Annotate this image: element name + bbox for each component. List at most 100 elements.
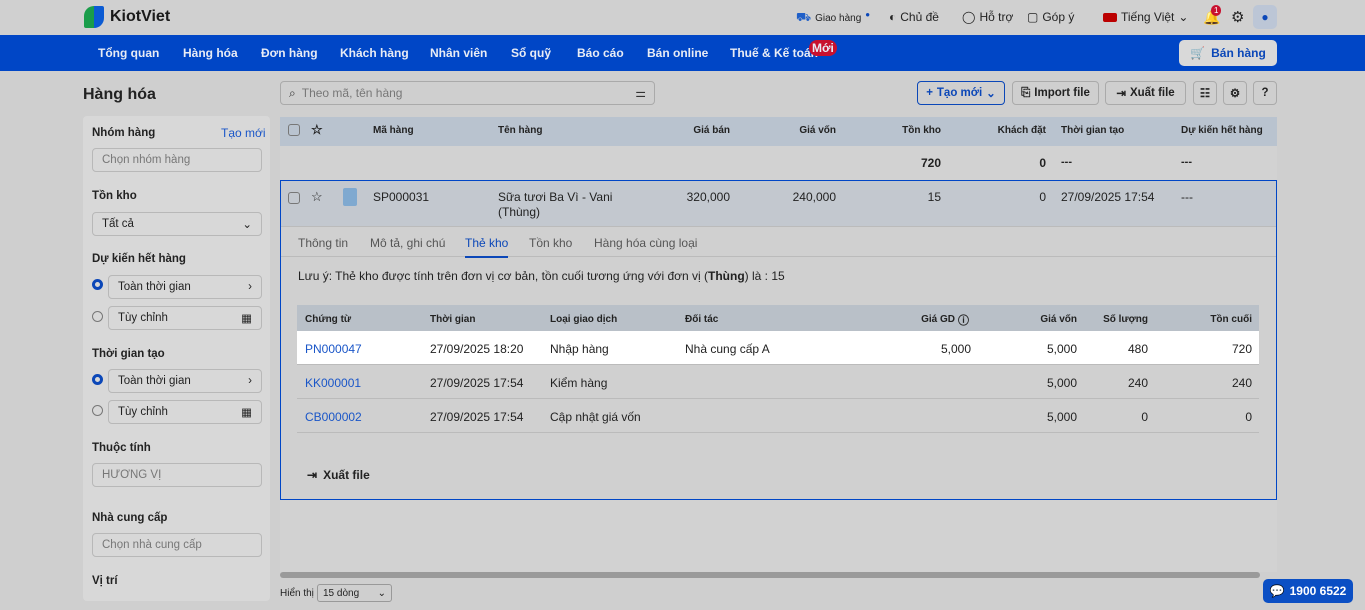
cell-type: Nhập hàng bbox=[550, 342, 609, 356]
tab-description[interactable]: Mô tả, ghi chú bbox=[370, 236, 445, 250]
stock-label: Tồn kho bbox=[92, 190, 137, 202]
tab-stock-card[interactable]: Thẻ kho bbox=[465, 236, 509, 258]
created-custom-option[interactable]: Tùy chỉnh ▦ bbox=[108, 400, 262, 424]
export-icon: ⇥ bbox=[307, 468, 318, 482]
main-nav: Tổng quan Hàng hóa Đơn hàng Khách hàng N… bbox=[0, 35, 1365, 71]
nav-online[interactable]: Bán online bbox=[647, 46, 708, 60]
stock-select[interactable]: Tất cả ⌄ bbox=[92, 212, 262, 236]
product-detail: ☆ SP000031 Sữa tươi Ba Vì - Vani (Thùng)… bbox=[280, 180, 1277, 500]
tab-info[interactable]: Thông tin bbox=[298, 236, 348, 250]
gear-icon[interactable]: ⚙ bbox=[1231, 8, 1244, 26]
filter-icon[interactable]: ⚌ bbox=[635, 86, 646, 100]
cell-time: 27/09/2025 18:20 bbox=[430, 342, 524, 356]
expiry-all-radio[interactable] bbox=[92, 279, 103, 290]
stock-card-row: KK000001 27/09/2025 17:54 Kiểm hàng 5,000 24… bbox=[297, 365, 1259, 399]
star-icon[interactable]: ☆ bbox=[311, 189, 323, 205]
select-all-checkbox[interactable] bbox=[288, 124, 300, 136]
avatar[interactable]: ● bbox=[1253, 5, 1277, 29]
sum-ordered: 0 bbox=[1039, 156, 1046, 170]
attribute-input[interactable]: HƯƠNG VỊ bbox=[92, 463, 262, 487]
col-time: Thời gian bbox=[430, 314, 476, 325]
chevron-right-icon: › bbox=[248, 281, 252, 293]
page-size-select[interactable]: 15 dòng ⌄ bbox=[317, 584, 392, 602]
feedback-link[interactable]: ▢ Góp ý bbox=[1027, 10, 1074, 24]
delivery-link[interactable]: ⛟ Giao hàng ● bbox=[796, 10, 870, 26]
calendar-icon: ▦ bbox=[241, 313, 252, 325]
cell-cost: 5,000 bbox=[1046, 376, 1077, 390]
chevron-down-icon: ⌄ bbox=[986, 88, 996, 100]
plus-icon: + bbox=[926, 87, 933, 99]
created-all-option[interactable]: Toàn thời gian › bbox=[108, 369, 262, 393]
cell-time: 27/09/2025 17:54 bbox=[430, 410, 524, 424]
cell-doc[interactable]: KK000001 bbox=[305, 376, 361, 390]
created-custom-radio[interactable] bbox=[92, 405, 103, 416]
export-button[interactable]: ⇥ Xuất file bbox=[1105, 81, 1186, 105]
create-group-link[interactable]: Tạo mới bbox=[221, 126, 266, 140]
detail-export-button[interactable]: ⇥ Xuất file bbox=[307, 468, 370, 482]
chevron-right-icon: › bbox=[248, 375, 252, 387]
product-cost: 240,000 bbox=[792, 190, 836, 204]
col-trans-price: Giá GD bbox=[921, 314, 955, 325]
info-icon[interactable]: ⓘ bbox=[958, 312, 969, 328]
help-icon[interactable]: ? bbox=[1253, 81, 1277, 105]
expiry-custom-radio[interactable] bbox=[92, 311, 103, 322]
support-link[interactable]: ◯ Hỗ trợ bbox=[962, 10, 1013, 24]
col-expiry: Dự kiến hết hàng bbox=[1181, 125, 1263, 136]
nav-cashbook[interactable]: Sổ quỹ bbox=[511, 46, 551, 60]
theme-link[interactable]: ◐ Chủ đề bbox=[889, 10, 939, 24]
sell-button[interactable]: 🛒 Bán hàng bbox=[1179, 40, 1277, 66]
page-title: Hàng hóa bbox=[83, 86, 156, 103]
supplier-label: Nhà cung cấp bbox=[92, 512, 168, 524]
group-select[interactable]: Chọn nhóm hàng bbox=[92, 148, 262, 172]
star-icon[interactable]: ☆ bbox=[311, 122, 323, 138]
cell-type: Cập nhật giá vốn bbox=[550, 410, 641, 424]
calendar-icon: ▦ bbox=[241, 407, 252, 419]
nav-customers[interactable]: Khách hàng bbox=[340, 46, 409, 60]
col-cost: Giá vốn bbox=[799, 125, 836, 136]
hotline-button[interactable]: 💬 1900 6522 bbox=[1263, 579, 1353, 603]
nav-orders[interactable]: Đơn hàng bbox=[261, 46, 318, 60]
col-qty: Số lượng bbox=[1103, 314, 1148, 325]
stock-card-row: CB000002 27/09/2025 17:54 Cập nhật giá vốn… bbox=[297, 399, 1259, 433]
product-name: Sữa tươi Ba Vì - Vani bbox=[498, 190, 613, 204]
create-button[interactable]: + Tạo mới ⌄ bbox=[917, 81, 1005, 105]
logo-icon bbox=[84, 6, 104, 28]
new-badge: Mới bbox=[809, 40, 837, 56]
tab-inventory[interactable]: Tồn kho bbox=[529, 236, 572, 250]
expiry-custom-option[interactable]: Tùy chỉnh ▦ bbox=[108, 306, 262, 330]
logo[interactable]: KiotViet bbox=[84, 6, 170, 28]
cell-qty: 0 bbox=[1141, 410, 1148, 424]
product-thumbnail bbox=[343, 188, 357, 206]
nav-staff[interactable]: Nhân viên bbox=[430, 46, 487, 60]
nav-products[interactable]: Hàng hóa bbox=[183, 46, 238, 60]
search-input[interactable]: ⌕ Theo mã, tên hàng ⚌ bbox=[280, 81, 655, 105]
group-label: Nhóm hàng bbox=[92, 127, 156, 139]
cell-doc[interactable]: CB000002 bbox=[305, 410, 362, 424]
cell-partner: Nhà cung cấp A bbox=[685, 342, 770, 356]
table-row[interactable]: ☆ SP000031 Sữa tươi Ba Vì - Vani (Thùng)… bbox=[281, 181, 1276, 227]
col-end: Tồn cuối bbox=[1210, 314, 1252, 325]
tab-same-type[interactable]: Hàng hóa cùng loại bbox=[594, 236, 697, 250]
cart-icon: 🛒 bbox=[1190, 46, 1206, 60]
expiry-all-option[interactable]: Toàn thời gian › bbox=[108, 275, 262, 299]
settings-icon[interactable]: ⚙ bbox=[1223, 81, 1247, 105]
import-button[interactable]: ⎘ Import file bbox=[1012, 81, 1099, 105]
columns-icon[interactable]: ☷ bbox=[1193, 81, 1217, 105]
nav-reports[interactable]: Báo cáo bbox=[577, 46, 624, 60]
nav-overview[interactable]: Tổng quan bbox=[98, 46, 159, 60]
row-checkbox[interactable] bbox=[288, 192, 300, 204]
location-label: Vị trí bbox=[92, 575, 118, 587]
product-price: 320,000 bbox=[686, 190, 730, 204]
col-price: Giá bán bbox=[693, 125, 730, 136]
col-code: Mã hàng bbox=[373, 125, 414, 136]
cell-price: 5,000 bbox=[940, 342, 971, 356]
flag-icon bbox=[1103, 12, 1117, 22]
horizontal-scrollbar[interactable] bbox=[280, 572, 1260, 578]
supplier-select[interactable]: Chọn nhà cung cấp bbox=[92, 533, 262, 557]
nav-tax[interactable]: Thuế & Kế toán bbox=[730, 46, 818, 60]
created-all-radio[interactable] bbox=[92, 374, 103, 385]
cell-doc[interactable]: PN000047 bbox=[305, 342, 362, 356]
col-partner: Đối tác bbox=[685, 314, 719, 325]
cell-time: 27/09/2025 17:54 bbox=[430, 376, 524, 390]
language-select[interactable]: Tiếng Việt ⌄ bbox=[1103, 10, 1188, 24]
